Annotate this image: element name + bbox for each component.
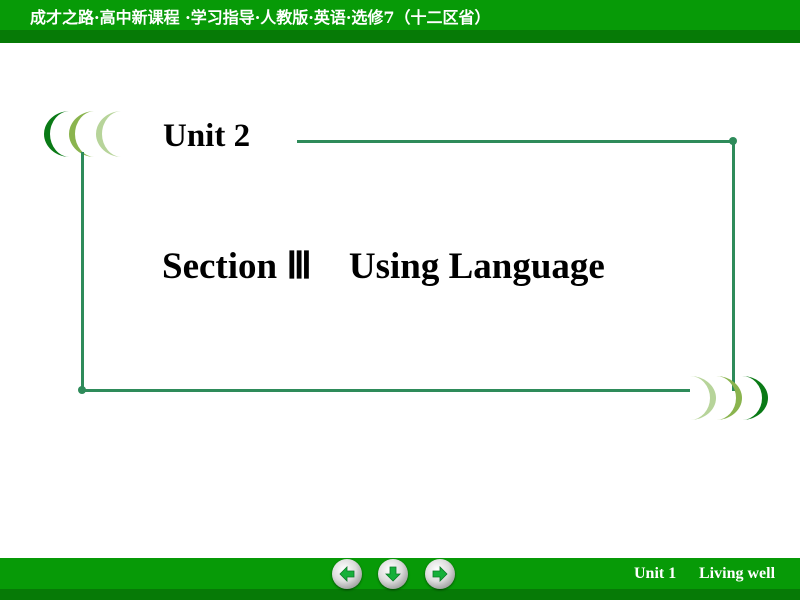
footer-strip bbox=[0, 589, 800, 600]
header-strip bbox=[0, 30, 800, 43]
header-bar: 成才之路·高中新课程 ·学习指导·人教版·英语·选修7（十二区省） bbox=[0, 0, 800, 30]
crescent-light bbox=[96, 111, 122, 157]
next-slide-button[interactable] bbox=[425, 559, 455, 589]
unit-title: Unit 2 bbox=[163, 118, 251, 154]
section-title: Section Ⅲ Using Language bbox=[162, 246, 605, 287]
crescent-mid bbox=[716, 376, 742, 420]
frame-right-line bbox=[732, 141, 735, 391]
frame-left-line bbox=[81, 152, 84, 390]
frame-bottom-line bbox=[82, 389, 690, 392]
footer-unit-label: Unit 1 bbox=[634, 565, 677, 582]
arrow-right-icon bbox=[432, 566, 448, 582]
arrow-down-icon bbox=[385, 566, 401, 582]
crescent-mid bbox=[69, 111, 95, 157]
prev-slide-button[interactable] bbox=[332, 559, 362, 589]
header-title: 成才之路·高中新课程 ·学习指导·人教版·英语·选修7（十二区省） bbox=[30, 8, 491, 27]
frame-bottom-left-dot bbox=[78, 386, 86, 394]
crescent-light bbox=[690, 376, 716, 420]
crescent-decoration-right bbox=[690, 376, 768, 420]
crescent-dark bbox=[44, 111, 70, 157]
frame-top-line bbox=[297, 140, 734, 143]
down-button[interactable] bbox=[378, 559, 408, 589]
crescent-dark bbox=[742, 376, 768, 420]
arrow-left-icon bbox=[339, 566, 355, 582]
crescent-decoration-left bbox=[44, 111, 122, 157]
footer-unit-name: Living well bbox=[699, 565, 776, 582]
